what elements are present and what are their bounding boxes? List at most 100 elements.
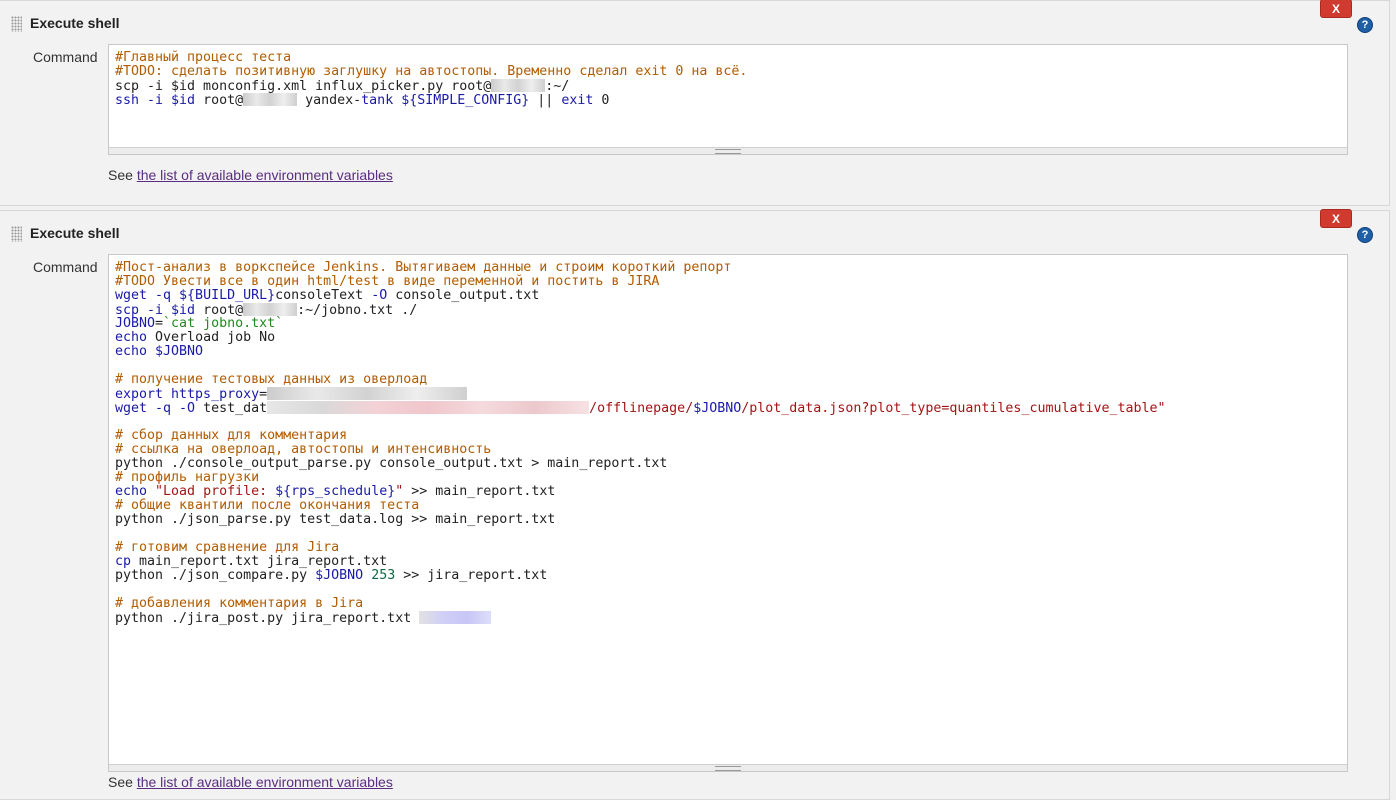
command-label: Command <box>33 259 98 275</box>
drag-handle-icon[interactable] <box>11 226 22 242</box>
code-line: cp main_report.txt jira_report.txt <box>115 555 1347 569</box>
command-editor[interactable]: #Главный процесс теста #TODO: сделать поз… <box>108 44 1348 155</box>
code-line: echo Overload job No <box>115 331 1347 345</box>
code-line: export https_proxy= <box>115 387 1347 402</box>
code-token: # ссылка на оверлоад, автостопы и интенс… <box>115 442 492 457</box>
drag-handle-icon[interactable] <box>11 16 22 32</box>
code-token: #TODO: сделать позитивную заглушку на ав… <box>115 64 748 79</box>
code-token: # профиль нагрузки <box>115 470 260 485</box>
code-token: $JOBNO <box>155 344 204 359</box>
env-vars-help: See the list of available environment va… <box>108 167 393 183</box>
code-line: python ./jira_post.py jira_report.txt <box>115 611 1347 626</box>
code-line: #Пост-анализ в воркспейсе Jenkins. Вытяг… <box>115 261 1347 275</box>
code-token: JOBNO <box>115 316 156 331</box>
code-token: `cat jobno.txt` <box>163 316 284 331</box>
code-token: echo <box>115 344 156 359</box>
code-token: ${BUILD_URL} <box>179 288 276 303</box>
redacted-text <box>419 611 492 624</box>
code-token: python ./json_parse.py test_data.log >> … <box>115 512 556 527</box>
code-token: 0 <box>593 93 610 108</box>
code-line: wget -q ${BUILD_URL}consoleText -O conso… <box>115 289 1347 303</box>
help-icon[interactable]: ? <box>1357 227 1373 243</box>
code-token: wget -q -O <box>115 401 196 416</box>
code-token: || <box>529 93 562 108</box>
code-token: ${rps_schedule} <box>275 484 396 499</box>
code-line: wget -q -O test_dat/offlinepage/$JOBNO/p… <box>115 401 1347 416</box>
code-token: 253 <box>363 568 396 583</box>
code-token: tank ${SIMPLE_CONFIG} <box>361 93 530 108</box>
env-vars-link[interactable]: the list of available environment variab… <box>137 774 393 790</box>
code-token: :~/jobno.txt ./ <box>297 303 418 318</box>
code-token: $id <box>171 93 196 108</box>
redacted-text <box>243 303 298 316</box>
code-line: echo $JOBNO <box>115 345 1347 359</box>
delete-step-button[interactable]: X <box>1320 0 1352 18</box>
help-icon[interactable]: ? <box>1357 17 1373 33</box>
editor-resize-handle[interactable] <box>109 764 1347 771</box>
code-token: ssh -i <box>115 93 172 108</box>
code-token: Overload job No <box>147 330 276 345</box>
code-line: #TODO: сделать позитивную заглушку на ав… <box>115 65 1347 79</box>
code-token: consoleText <box>275 288 372 303</box>
code-token: # готовим сравнение для Jira <box>115 540 340 555</box>
code-line: scp -i $id monconfig.xml influx_picker.p… <box>115 79 1347 94</box>
code-token: python ./jira_post.py jira_report.txt <box>115 611 420 626</box>
step-title: Execute shell <box>30 15 120 31</box>
code-token: echo <box>115 484 156 499</box>
code-token: # сбор данных для комментария <box>115 428 348 443</box>
step-title: Execute shell <box>30 225 120 241</box>
code-token: test_dat <box>195 401 268 416</box>
command-label: Command <box>33 49 98 65</box>
code-token: scp -i $id monconfig.xml influx_picker.p… <box>115 79 492 94</box>
code-token: echo <box>115 330 148 345</box>
code-line: # добавления комментария в Jira <box>115 597 1347 611</box>
code-line: JOBNO=`cat jobno.txt` <box>115 317 1347 331</box>
resize-grip-icon <box>715 149 741 154</box>
code-line: # готовим сравнение для Jira <box>115 541 1347 555</box>
code-token: wget -q <box>115 288 180 303</box>
editor-resize-handle[interactable] <box>109 147 1347 154</box>
code-token: #TODO Увести все в один html/test в виде… <box>115 274 660 289</box>
code-token: $JOBNO <box>315 568 364 583</box>
code-token: exit <box>561 93 594 108</box>
code-line: python ./json_parse.py test_data.log >> … <box>115 513 1347 527</box>
code-token: export https_proxy <box>115 387 260 402</box>
redacted-text <box>243 93 298 106</box>
code-token: # получение тестовых данных из оверлоад <box>115 372 428 387</box>
code-line: ssh -i $id root@ yandex-tank ${SIMPLE_CO… <box>115 93 1347 108</box>
command-editor[interactable]: #Пост-анализ в воркспейсе Jenkins. Вытяг… <box>108 254 1348 772</box>
code-token: = <box>155 316 164 331</box>
env-vars-prefix: See <box>108 167 137 183</box>
code-line: # общие квантили после окончания теста <box>115 499 1347 513</box>
code-token: root@ <box>195 93 244 108</box>
code-line: # ссылка на оверлоад, автостопы и интенс… <box>115 443 1347 457</box>
code-token: :~/ <box>545 79 570 94</box>
code-token: # общие квантили после окончания теста <box>115 498 420 513</box>
resize-grip-icon <box>715 766 741 771</box>
code-token: $JOBNO <box>693 401 742 416</box>
code-token: python ./json_compare.py <box>115 568 316 583</box>
code-line: # профиль нагрузки <box>115 471 1347 485</box>
env-vars-link[interactable]: the list of available environment variab… <box>137 167 393 183</box>
code-token: /offlinepage/ <box>589 401 694 416</box>
build-step-execute-shell-2: Execute shell X ? Command #Пост-анализ в… <box>0 209 1390 800</box>
code-line: #TODO Увести все в один html/test в виде… <box>115 275 1347 289</box>
code-token: #Главный процесс теста <box>115 50 292 65</box>
code-token: python ./console_output_parse.py console… <box>115 456 668 471</box>
code-token: >> main_report.txt <box>403 484 556 499</box>
env-vars-help: See the list of available environment va… <box>108 774 393 790</box>
code-line: # сбор данных для комментария <box>115 429 1347 443</box>
code-token: # добавления комментария в Jira <box>115 596 364 611</box>
code-token: = <box>259 387 268 402</box>
code-token: yandex- <box>297 93 362 108</box>
code-token: >> jira_report.txt <box>395 568 548 583</box>
redacted-text <box>267 387 468 400</box>
code-token: #Пост-анализ в воркспейсе Jenkins. Вытяг… <box>115 260 732 275</box>
delete-step-button[interactable]: X <box>1320 209 1352 228</box>
code-token: "Load profile: <box>155 484 276 499</box>
code-line: python ./json_compare.py $JOBNO 253 >> j… <box>115 569 1347 583</box>
code-token: /plot_data.json?plot_type=quantiles_cumu… <box>741 401 1166 416</box>
code-token: -O <box>371 288 388 303</box>
